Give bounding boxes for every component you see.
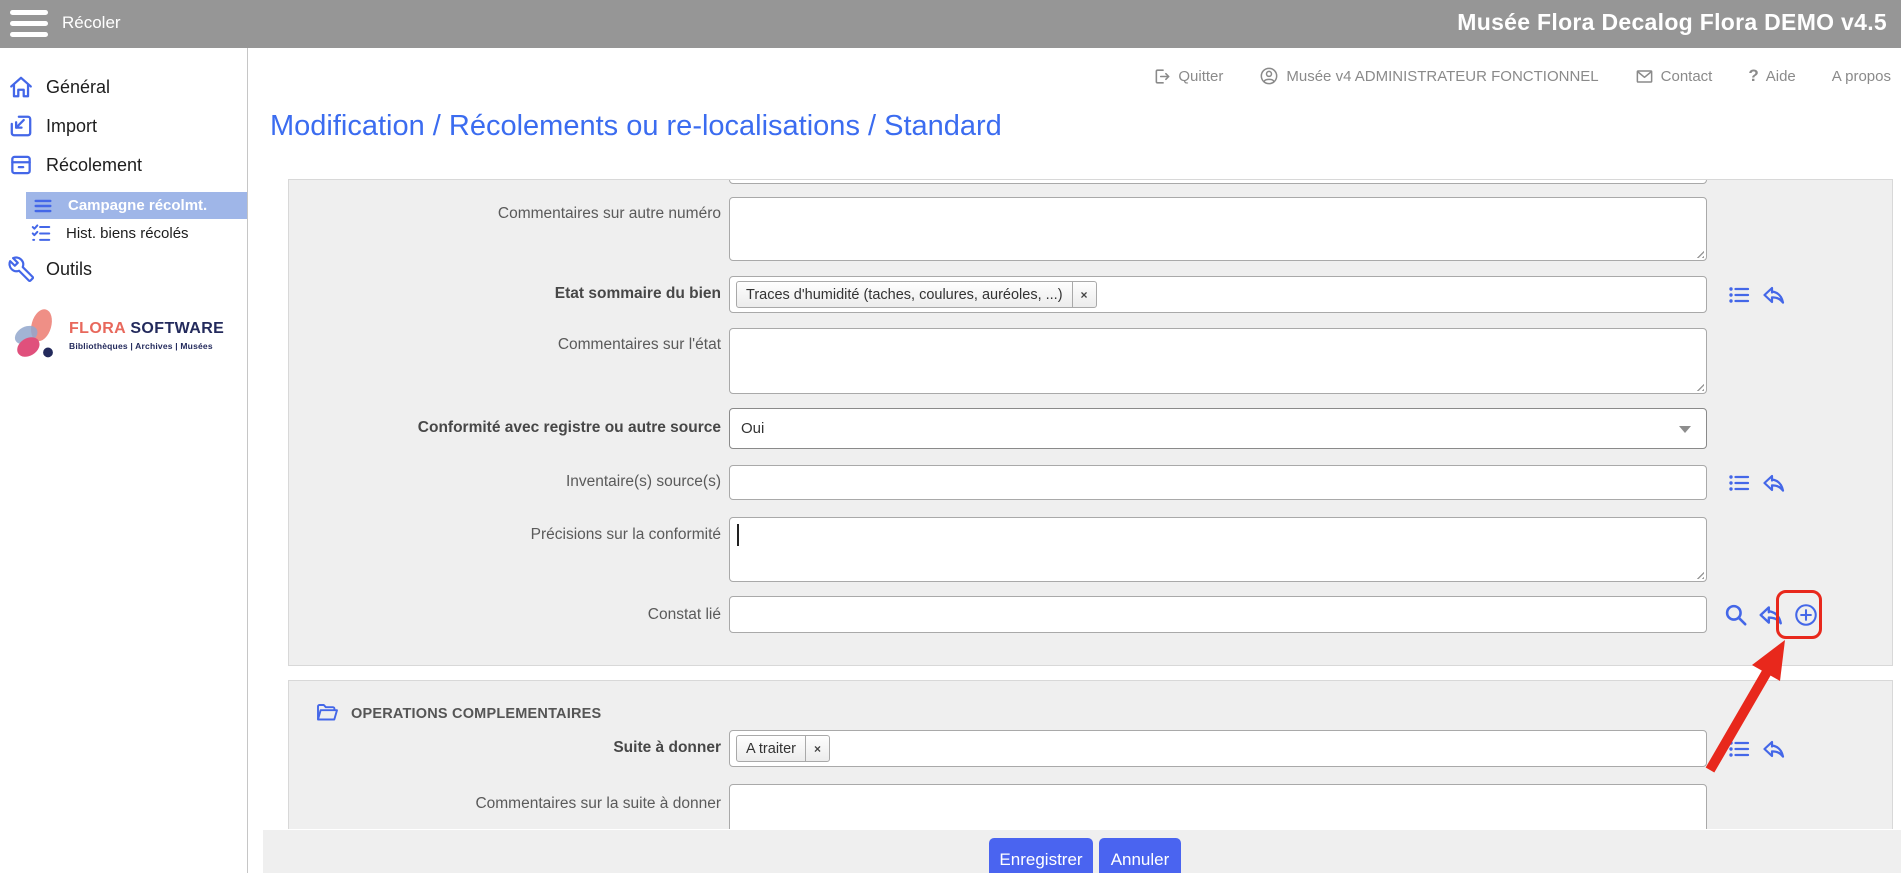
form-panel-recolement: Commentaires sur autre numéro Etat somma… [288, 179, 1893, 666]
value-list-icon[interactable] [1727, 737, 1751, 761]
mail-icon [1635, 67, 1654, 86]
field-label: Précisions sur la conformité [289, 526, 721, 544]
etat-sommaire-input[interactable]: Traces d'humidité (taches, coulures, aur… [729, 276, 1707, 313]
list-lines-icon [32, 195, 54, 217]
resize-handle[interactable] [1694, 569, 1704, 579]
suite-a-donner-input[interactable]: A traiter × [729, 730, 1707, 767]
dropdown-caret-icon [1679, 426, 1691, 433]
checklist-icon [30, 222, 52, 244]
commentaires-etat-textarea[interactable] [729, 328, 1707, 394]
value-list-icon[interactable] [1727, 471, 1751, 495]
field-label: Suite à donner [289, 739, 721, 757]
sidebar-item-label: Général [46, 77, 110, 98]
undo-icon[interactable] [1762, 471, 1786, 495]
commentaires-suite-textarea[interactable] [729, 784, 1707, 829]
field-label: Commentaires sur l'état [289, 336, 721, 354]
page-title: Modification / Récolements ou re-localis… [270, 110, 1002, 143]
save-button[interactable]: Enregistrer [989, 838, 1093, 873]
sidebar-item-campagne-recolement[interactable]: Campagne récolmt. [26, 192, 247, 219]
about-link[interactable]: A propos [1832, 68, 1891, 85]
undo-icon[interactable] [1762, 737, 1786, 761]
select-value: Oui [741, 420, 764, 437]
field-label: Inventaire(s) source(s) [289, 473, 721, 491]
add-icon[interactable] [1793, 602, 1819, 628]
value-list-icon[interactable] [1727, 283, 1751, 307]
selected-value-tag: A traiter × [736, 735, 830, 762]
menu-icon[interactable] [10, 9, 50, 39]
logo-brand-text: FLORA SOFTWARE [69, 320, 224, 338]
sidebar-item-outils[interactable]: Outils [8, 256, 92, 282]
home-icon [8, 74, 34, 100]
inventaires-sources-input[interactable] [729, 465, 1707, 500]
app-window: Récoler Musée Flora Decalog Flora DEMO v… [0, 0, 1901, 873]
remove-tag-button[interactable]: × [1072, 282, 1096, 307]
precisions-conformite-textarea[interactable] [729, 517, 1707, 582]
butterfly-logo-icon [12, 306, 60, 364]
form-panel-operations: OPERATIONS COMPLEMENTAIRES Suite à donne… [288, 680, 1893, 829]
archive-box-icon [8, 152, 34, 178]
resize-handle[interactable] [1694, 381, 1704, 391]
user-icon [1259, 66, 1279, 86]
sidebar-item-import[interactable]: Import [8, 113, 97, 139]
sidebar: Général Import Récolement Campagne récol… [0, 48, 248, 873]
conformite-select[interactable]: Oui [729, 408, 1707, 449]
logo-tagline: Bibliothèques | Archives | Musées [69, 341, 224, 351]
selected-value-tag: Traces d'humidité (taches, coulures, aur… [736, 281, 1097, 308]
wrench-icon [8, 256, 34, 282]
sidebar-item-label: Hist. biens récolés [66, 225, 189, 242]
current-user[interactable]: Musée v4 ADMINISTRATEUR FONCTIONNEL [1259, 66, 1598, 86]
contact-link[interactable]: Contact [1635, 67, 1713, 86]
sidebar-item-label: Import [46, 116, 97, 137]
question-icon: ? [1748, 66, 1758, 86]
undo-icon[interactable] [1762, 283, 1786, 307]
sidebar-item-recolement[interactable]: Récolement [8, 152, 142, 178]
cancel-button[interactable]: Annuler [1099, 838, 1181, 873]
undo-icon[interactable] [1758, 602, 1784, 628]
remove-tag-button[interactable]: × [805, 736, 829, 761]
field-label: Conformité avec registre ou autre source [289, 419, 721, 437]
commentaires-autre-numero-textarea[interactable] [729, 197, 1707, 261]
sidebar-item-label: Campagne récolmt. [68, 197, 207, 214]
import-icon [8, 113, 34, 139]
text-cursor [737, 524, 739, 546]
field-label: Commentaires sur la suite à donner [289, 795, 721, 813]
flora-software-logo: FLORA SOFTWARE Bibliothèques | Archives … [12, 306, 224, 364]
partial-input[interactable] [729, 179, 1707, 184]
sidebar-item-general[interactable]: Général [8, 74, 110, 100]
utility-bar: Quitter Musée v4 ADMINISTRATEUR FONCTION… [1152, 66, 1891, 86]
quit-link[interactable]: Quitter [1152, 67, 1223, 86]
app-title: Musée Flora Decalog Flora DEMO v4.5 [1457, 9, 1887, 36]
top-bar: Récoler Musée Flora Decalog Flora DEMO v… [0, 0, 1901, 48]
folder-icon [315, 701, 339, 725]
resize-handle[interactable] [1694, 248, 1704, 258]
search-icon[interactable] [1723, 602, 1749, 628]
sidebar-item-label: Récolement [46, 155, 142, 176]
section-title: OPERATIONS COMPLEMENTAIRES [351, 706, 601, 722]
logout-icon [1152, 67, 1171, 86]
field-label: Etat sommaire du bien [289, 285, 721, 303]
field-label: Commentaires sur autre numéro [289, 205, 721, 223]
field-label: Constat lié [289, 606, 721, 624]
sidebar-item-hist-biens-recoles[interactable]: Hist. biens récolés [30, 222, 189, 244]
help-link[interactable]: ? Aide [1748, 66, 1795, 86]
module-label: Récoler [62, 13, 121, 33]
constat-lie-input[interactable] [729, 596, 1707, 633]
sidebar-item-label: Outils [46, 259, 92, 280]
